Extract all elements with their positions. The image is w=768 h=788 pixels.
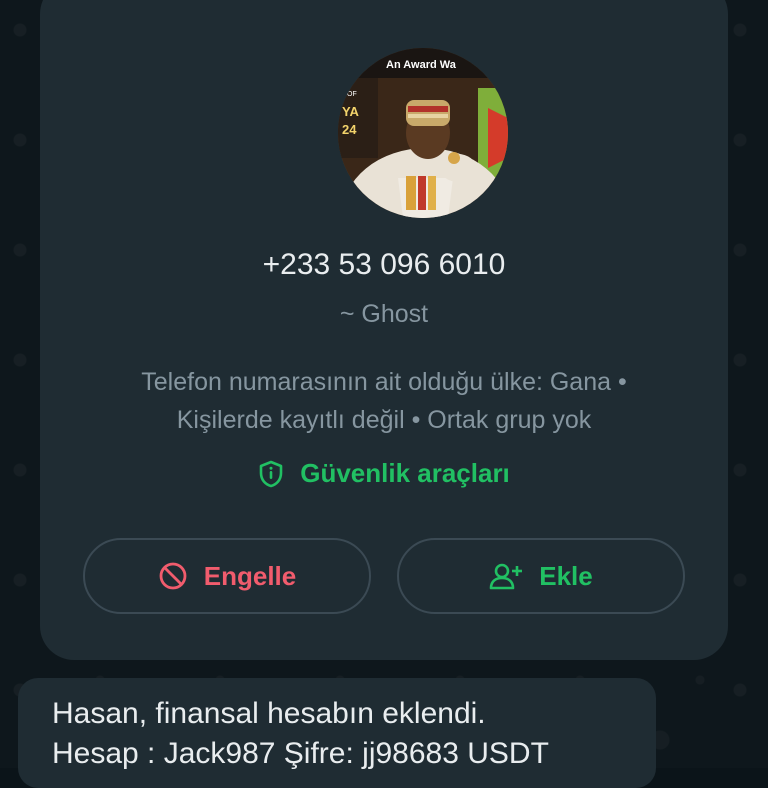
contact-alias: ~ Ghost [339, 300, 429, 328]
security-tools-link[interactable]: Güvenlik araçları [40, 458, 728, 495]
contact-country-line: Telefon numarasının ait olduğu ülke: Gan… [141, 368, 627, 396]
incoming-message-bubble[interactable]: Hasan, finansal hesabın eklendi. Hesap :… [18, 678, 656, 788]
add-contact-button-label: Ekle [539, 560, 593, 591]
block-button-label: Engelle [203, 560, 297, 591]
message-text-line-1: Hasan, finansal hesabın eklendi. [52, 697, 486, 730]
add-contact-button[interactable]: Ekle [397, 538, 685, 614]
avatar-side-text-2: YA [342, 104, 359, 119]
avatar-side-text-3: 24 [342, 122, 357, 137]
avatar-banner-text: An Award Wa [386, 59, 457, 71]
contact-status-line: Kişilerde kayıtlı değil • Ortak grup yok [176, 406, 592, 434]
contact-details: Telefon numarasının ait olduğu ülke: Gan… [40, 363, 728, 439]
contact-info-card: An Award Wa N OF YA 24 +233 53 096 6010 … [40, 0, 728, 660]
profile-photo-image: An Award Wa N OF YA 24 [338, 48, 508, 218]
add-person-icon [489, 563, 523, 590]
message-text-line-2: Hesap : Jack987 Şifre: jj98683 USDT [52, 737, 549, 770]
security-tools-label: Güvenlik araçları [300, 458, 510, 488]
avatar-side-text-1: N OF [340, 91, 357, 98]
profile-photo[interactable]: An Award Wa N OF YA 24 [338, 48, 508, 218]
contact-phone-number: +233 53 096 6010 [262, 248, 506, 281]
block-icon [159, 562, 187, 590]
shield-icon [259, 460, 283, 487]
block-button[interactable]: Engelle [83, 538, 371, 614]
